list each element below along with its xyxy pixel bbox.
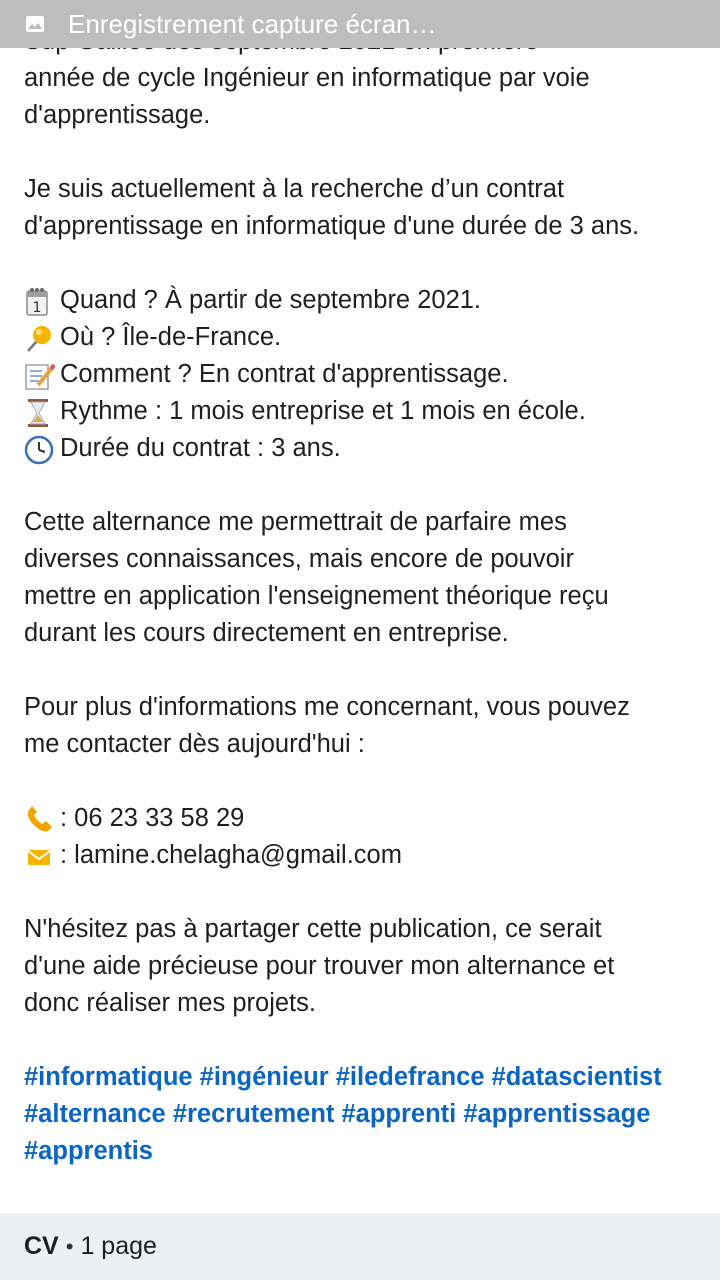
detail-text: Quand ? À partir de septembre 2021.	[60, 286, 482, 314]
detail-text: Comment ? En contrat d'apprentissage.	[60, 360, 509, 388]
memo-icon	[24, 359, 58, 391]
detail-duration: Durée du contrat : 3 ans.	[24, 430, 704, 467]
post-line: durant les cours directement en entrepri…	[24, 619, 509, 647]
post-line: d'apprentissage.	[24, 101, 211, 129]
document-type: CV	[24, 1232, 59, 1260]
clock-icon	[24, 433, 58, 465]
pushpin-icon	[24, 322, 58, 354]
detail-when: 1 Quand ? À partir de septembre 2021.	[24, 282, 704, 319]
phone-number[interactable]: : 06 23 33 58 29	[60, 800, 244, 837]
detail-text: Rythme : 1 mois entreprise et 1 mois en …	[60, 397, 586, 425]
document-attachment-bar[interactable]: CV • 1 page	[0, 1213, 720, 1280]
email-address[interactable]: : lamine.chelagha@gmail.com	[60, 837, 402, 874]
hashtag-line[interactable]: #apprentis	[24, 1133, 704, 1170]
hashtag-line[interactable]: #informatique #ingénieur #iledefrance #d…	[24, 1059, 704, 1096]
contact-phone: : 06 23 33 58 29	[24, 800, 704, 837]
post-line: d'apprentissage en informatique d'une du…	[24, 212, 640, 240]
image-icon	[26, 16, 44, 32]
post-line: N'hésitez pas à partager cette publicati…	[24, 915, 602, 943]
phone-icon	[24, 803, 58, 835]
post-body: Sup Galilée dés septembre 2021 en premiè…	[24, 23, 704, 1170]
contact-email: : lamine.chelagha@gmail.com	[24, 837, 704, 874]
notification-bar[interactable]: Enregistrement capture écran…	[0, 0, 720, 48]
post-line: Je suis actuellement à la recherche d’un…	[24, 175, 565, 203]
post-line: diverses connaissances, mais encore de p…	[24, 545, 574, 573]
hashtag-line[interactable]: #alternance #recrutement #apprenti #appr…	[24, 1096, 704, 1133]
calendar-icon: 1	[24, 285, 58, 317]
detail-where: Où ? Île-de-France.	[24, 319, 704, 356]
hourglass-icon	[24, 396, 58, 428]
svg-text:1: 1	[33, 300, 42, 316]
document-page-count: 1 page	[80, 1232, 157, 1260]
detail-text: Où ? Île-de-France.	[60, 323, 282, 351]
detail-how: Comment ? En contrat d'apprentissage.	[24, 356, 704, 393]
post-line: me contacter dès aujourd'hui :	[24, 730, 365, 758]
notification-title: Enregistrement capture écran…	[68, 8, 437, 39]
post-line: d'une aide précieuse pour trouver mon al…	[24, 952, 615, 980]
post-line: année de cycle Ingénieur en informatique…	[24, 64, 590, 92]
envelope-icon	[24, 840, 58, 872]
post-line: Cette alternance me permettrait de parfa…	[24, 508, 567, 536]
separator-dot: •	[65, 1233, 74, 1259]
post-line: mettre en application l'enseignement thé…	[24, 582, 609, 610]
detail-text: Durée du contrat : 3 ans.	[60, 434, 341, 462]
post-line: donc réaliser mes projets.	[24, 989, 316, 1017]
post-line: Pour plus d'informations me concernant, …	[24, 693, 630, 721]
detail-rhythm: Rythme : 1 mois entreprise et 1 mois en …	[24, 393, 704, 430]
